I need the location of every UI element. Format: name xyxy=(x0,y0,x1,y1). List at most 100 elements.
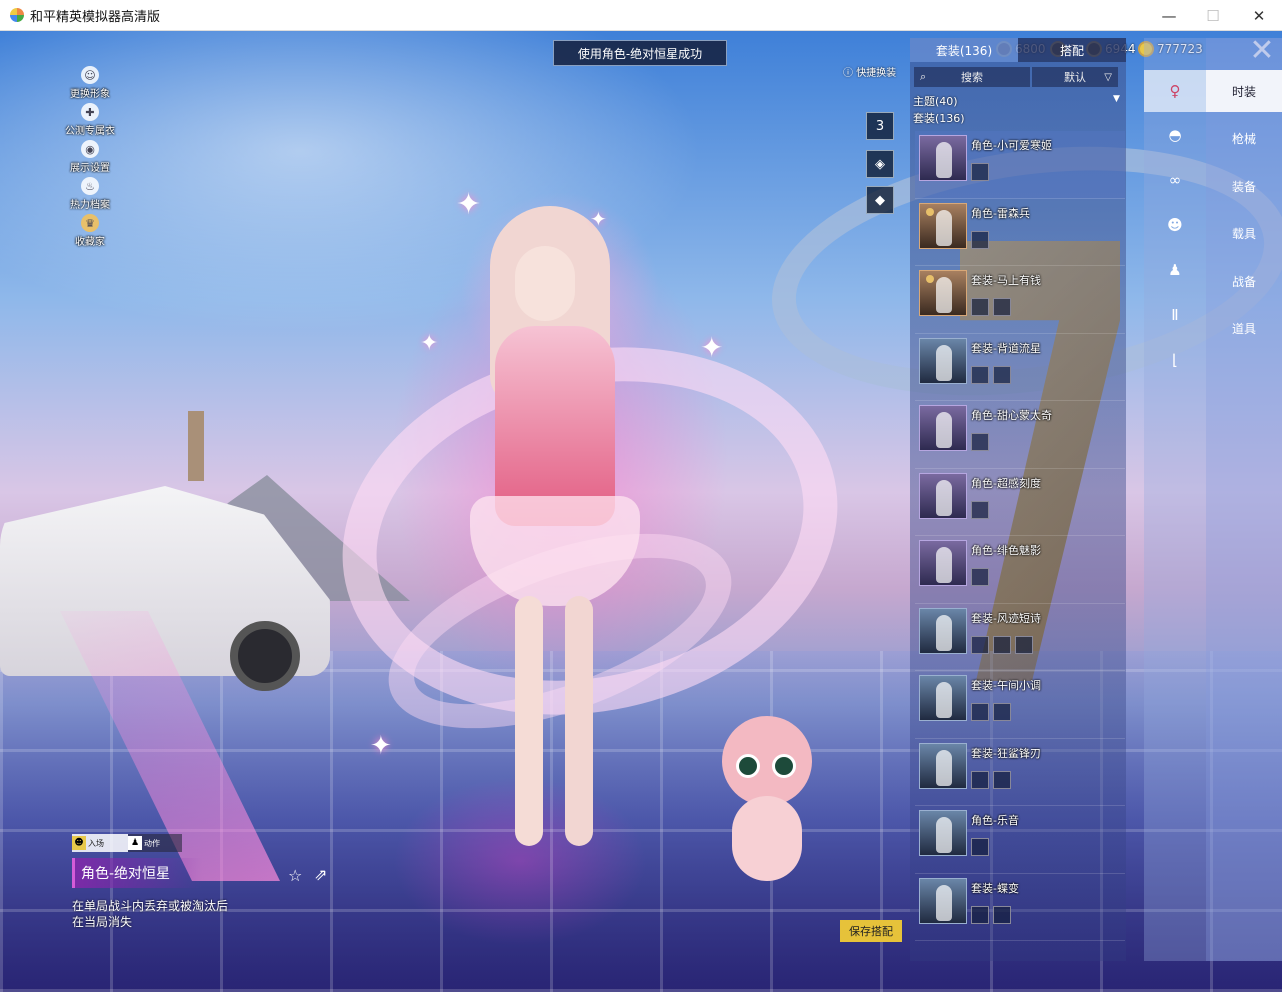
save-outfit-button[interactable]: 保存搭配 xyxy=(840,920,902,942)
share-icon[interactable]: ⇗ xyxy=(314,865,327,884)
badge-icon xyxy=(926,207,934,216)
menu-label: 公测专属衣 xyxy=(65,126,115,137)
glasses-icon[interactable]: ∞ xyxy=(1164,169,1186,191)
outfit-name: 角色-绯色魅影 xyxy=(971,544,1041,557)
outfit-part-icon xyxy=(971,230,989,249)
current-skin-name: 角色-绝对恒星 xyxy=(72,858,202,888)
side-tab[interactable]: 战备 xyxy=(1206,260,1282,302)
category-column: ♀ ◓ ∞ ☻ ♟ Ⅱ ⌊ xyxy=(1144,38,1206,961)
tab-suits[interactable]: 套装(136) xyxy=(910,38,1018,62)
outfit-part-icon xyxy=(993,365,1011,384)
outfit-panel: 套装(136) 搭配 ⌕ 搜索 默认 ▽ 主题(40) ▼ 套装(136) 角色… xyxy=(910,38,1126,961)
character-leg-right xyxy=(565,596,593,846)
list-item[interactable]: 角色-超感刻度 xyxy=(915,469,1125,536)
menu-label: 热力档案 xyxy=(70,200,110,211)
emote-icon: ☻ xyxy=(72,836,86,850)
hat-icon[interactable]: ◓ xyxy=(1164,124,1186,146)
outfit-thumbnail xyxy=(919,540,967,586)
outfit-part-icon xyxy=(993,703,1011,721)
mask-icon[interactable]: ☻ xyxy=(1164,214,1186,236)
sort-value: 默认 xyxy=(1064,71,1086,84)
side-tab[interactable]: 时装 xyxy=(1206,70,1282,112)
enter-action-button[interactable]: ☻ 入场 xyxy=(72,834,128,852)
outfit-part-icon xyxy=(971,703,989,721)
outfit-thumbnail xyxy=(919,675,967,721)
figure-icon xyxy=(936,884,952,921)
pet-model[interactable] xyxy=(722,716,812,901)
list-item[interactable]: 套装-背道流星 xyxy=(915,334,1125,401)
list-item[interactable]: 角色-绯色魅影 xyxy=(915,536,1125,604)
outfit-part-icon xyxy=(971,500,989,519)
favorite-icon[interactable]: ☆ xyxy=(288,866,302,885)
app-icon xyxy=(10,8,24,22)
current-skin-description: 在单局战斗内丢弃或被淘汰后在当局消失 xyxy=(72,899,229,929)
outfit-icon[interactable]: ♟ xyxy=(1164,259,1186,281)
minimize-button[interactable]: — xyxy=(1146,0,1192,31)
character-model[interactable] xyxy=(470,206,640,846)
quick-slot-1[interactable]: 3 xyxy=(866,112,894,140)
menu-collector[interactable]: ♛ 收藏家 xyxy=(60,214,120,251)
outfit-part-icon xyxy=(971,905,989,924)
list-item[interactable]: 套装-蝶变 xyxy=(915,874,1125,941)
tab-combos[interactable]: 搭配 xyxy=(1018,38,1126,62)
outfit-name: 角色-雷森兵 xyxy=(971,206,1030,220)
side-tabs: 时装枪械装备载具战备道具 xyxy=(1206,38,1282,961)
side-tab[interactable]: 枪械 xyxy=(1206,118,1282,160)
outfit-name: 角色-乐音 xyxy=(971,814,1019,827)
pet-eye-left xyxy=(736,754,760,778)
quick-slot-2[interactable]: ◈ xyxy=(866,150,894,178)
theme-filter[interactable]: 主题(40) xyxy=(913,93,958,109)
outfit-part-icon xyxy=(971,433,989,451)
sparkle-icon: ✦ xyxy=(590,207,607,231)
list-item[interactable]: 角色-乐音 xyxy=(915,806,1125,874)
list-item[interactable]: 角色-雷森兵 xyxy=(915,199,1125,266)
list-item[interactable]: 角色-甜心蒙太奇 xyxy=(915,401,1125,469)
outfit-part-icon xyxy=(971,298,989,316)
outfit-part-icon xyxy=(971,568,989,586)
outfit-name: 套装-蝶变 xyxy=(971,881,1019,895)
quick-swap-label: ⓘ 快捷换装 xyxy=(843,68,897,79)
close-window-button[interactable]: ✕ xyxy=(1236,0,1282,31)
outfit-part-icon xyxy=(993,298,1011,316)
figure-icon xyxy=(936,344,952,381)
character-face xyxy=(515,246,575,321)
menu-label: 更换形象 xyxy=(70,89,110,100)
quick-slot-3[interactable]: ◆ xyxy=(866,186,894,214)
figure-icon xyxy=(936,682,952,718)
figure-icon xyxy=(936,209,952,246)
figure-icon xyxy=(936,479,952,516)
menu-change-appearance[interactable]: ☺ 更换形象 xyxy=(60,66,120,103)
list-item[interactable]: 套装-风迹短诗 xyxy=(915,604,1125,671)
outfit-thumbnail xyxy=(919,202,967,249)
list-item[interactable]: 套装-狂鲨锋刃 xyxy=(915,739,1125,806)
left-menu: ☺ 更换形象 ✚ 公测专属衣 ◉ 展示设置 ♨ 热力档案 ♛ 收藏家 xyxy=(60,66,120,251)
shoes-icon[interactable]: ⌊ xyxy=(1164,349,1186,371)
list-item[interactable]: 套装-午间小调 xyxy=(915,671,1125,739)
menu-heat-profile[interactable]: ♨ 热力档案 xyxy=(60,177,120,214)
side-tab[interactable]: 装备 xyxy=(1206,165,1282,207)
side-tab[interactable]: 道具 xyxy=(1206,308,1282,350)
search-input[interactable]: ⌕ 搜索 xyxy=(914,67,1030,87)
figure-icon xyxy=(936,412,952,448)
motion-action-button[interactable]: ♟ 动作 xyxy=(128,834,182,852)
outfit-name: 角色-超感刻度 xyxy=(971,476,1041,490)
menu-beta-outfit[interactable]: ✚ 公测专属衣 xyxy=(60,103,120,140)
list-item[interactable]: 角色-小可爱寒姬 xyxy=(915,131,1125,199)
collector-badge-icon: ♛ xyxy=(81,214,99,232)
maximize-button[interactable]: ☐ xyxy=(1190,0,1236,31)
list-item[interactable]: 套装-马上有钱 xyxy=(915,266,1125,334)
pants-icon[interactable]: Ⅱ xyxy=(1164,304,1186,326)
body-icon[interactable]: ♀ xyxy=(1144,70,1206,112)
outfit-name: 套装-背道流星 xyxy=(971,341,1041,355)
pet-eye-right xyxy=(772,754,796,778)
sparkle-icon: ✦ xyxy=(420,331,439,356)
menu-display-settings[interactable]: ◉ 展示设置 xyxy=(60,140,120,177)
sort-select[interactable]: 默认 ▽ xyxy=(1032,67,1118,87)
chevron-down-icon: ▽ xyxy=(1104,71,1112,83)
figure-icon xyxy=(936,142,952,178)
sparkle-icon: ✦ xyxy=(456,187,482,222)
suit-count: 套装(136) xyxy=(913,112,965,125)
menu-label: 收藏家 xyxy=(75,237,105,248)
side-tab[interactable]: 载具 xyxy=(1206,213,1282,255)
outfit-list: 角色-小可爱寒姬角色-雷森兵套装-马上有钱套装-背道流星角色-甜心蒙太奇角色-超… xyxy=(915,131,1125,941)
